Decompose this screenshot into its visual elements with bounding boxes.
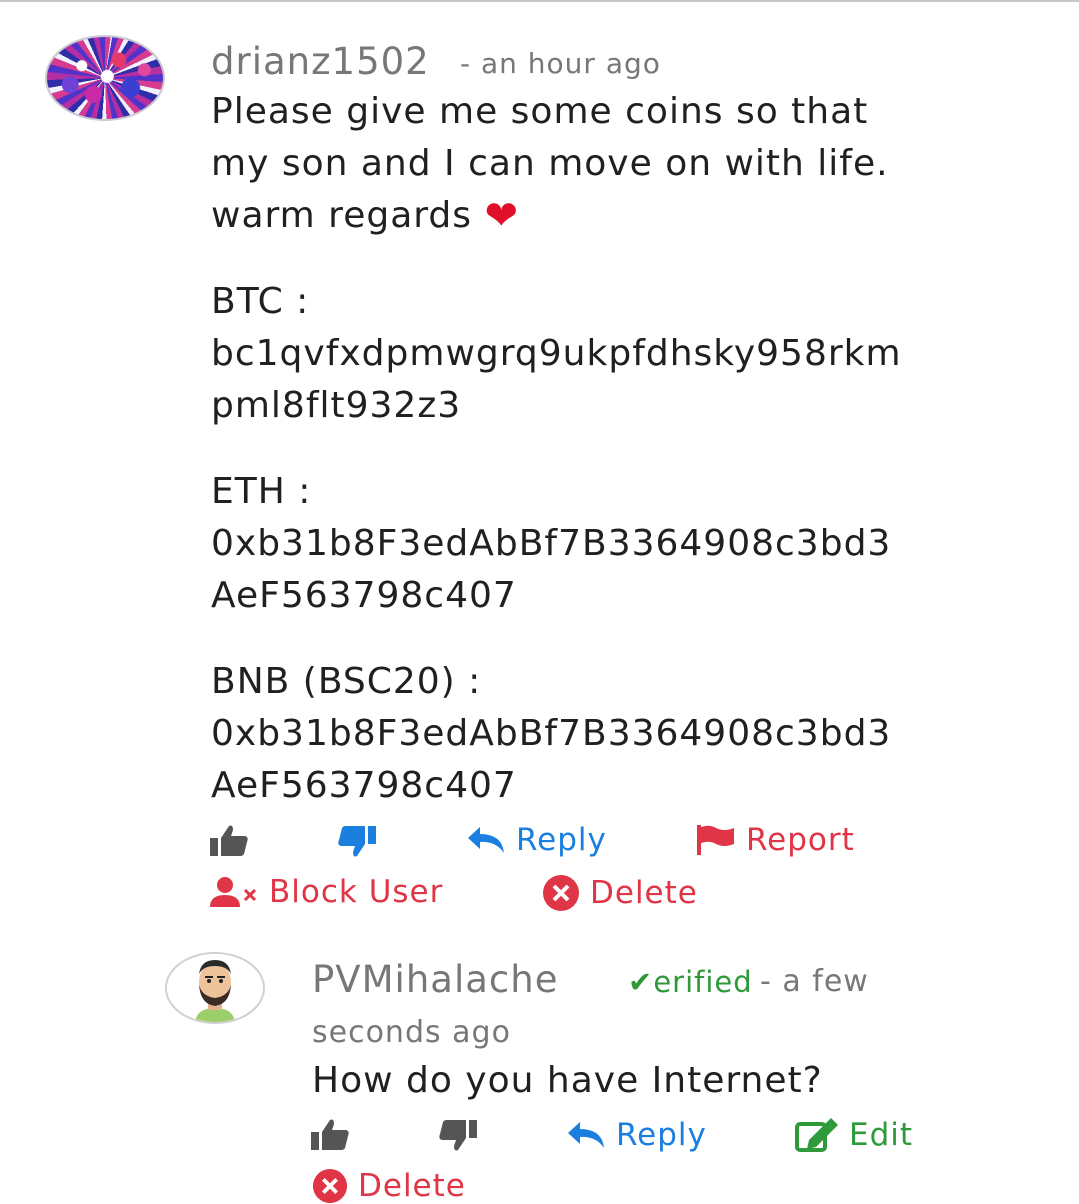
man-avatar-icon: [167, 954, 263, 1022]
reply-author[interactable]: PVMihalache: [312, 958, 558, 1001]
reply-body: How do you have Internet?: [312, 1060, 823, 1101]
reply-arrow-icon: [568, 1122, 604, 1148]
reply-timestamp-cont: seconds ago: [312, 1015, 511, 1050]
edit-button[interactable]: Edit: [795, 1117, 913, 1153]
avatar[interactable]: [45, 35, 165, 121]
comment-line: Please give me some coins so that: [211, 91, 869, 132]
eth-label: ETH :: [211, 471, 312, 512]
reply-arrow-icon: [468, 827, 504, 853]
thumbs-up-icon: [210, 825, 248, 856]
like-button[interactable]: [209, 824, 249, 858]
report-label: Report: [746, 822, 855, 858]
top-divider: [0, 0, 1079, 2]
block-user-button[interactable]: Block User: [209, 874, 443, 910]
btc-address-line: pml8flt932z3: [211, 385, 462, 426]
dislike-button[interactable]: [337, 824, 377, 858]
thumbs-down-icon: [439, 1120, 477, 1151]
reply-button[interactable]: Reply: [466, 822, 607, 858]
reply-timestamp: - a few: [760, 964, 869, 999]
delete-button[interactable]: Delete: [312, 1168, 466, 1204]
edit-label: Edit: [849, 1117, 914, 1153]
eth-address-line: AeF563798c407: [211, 575, 517, 616]
delete-button[interactable]: Delete: [542, 874, 698, 912]
like-button[interactable]: [310, 1118, 350, 1152]
delete-label: Delete: [358, 1168, 466, 1204]
reply-label: Reply: [516, 822, 607, 858]
delete-label: Delete: [590, 875, 698, 911]
comment-line: my son and I can move on with life.: [211, 143, 889, 184]
thumbs-up-icon: [311, 1119, 349, 1150]
edit-icon: [795, 1118, 838, 1152]
comment-body: Please give me some coins so that my son…: [211, 86, 1041, 812]
checkmark-icon: ✔: [628, 965, 654, 999]
heart-emoji: ❤: [484, 193, 519, 239]
comment-author[interactable]: drianz1502: [211, 40, 430, 83]
report-button[interactable]: Report: [696, 822, 855, 858]
comment-line-text: warm regards: [211, 195, 473, 236]
flag-icon: [697, 825, 734, 855]
reply-button[interactable]: Reply: [566, 1117, 707, 1153]
delete-circle-icon: [312, 1168, 348, 1204]
comment-line: warm regards ❤: [211, 190, 1041, 242]
block-user-label: Block User: [269, 874, 444, 910]
reply-label: Reply: [616, 1117, 707, 1153]
eth-address-line: 0xb31b8F3edAbBf7B3364908c3bd3: [211, 523, 892, 564]
verified-label: erified: [653, 965, 753, 999]
thumbs-down-icon: [338, 826, 376, 857]
btc-label: BTC :: [211, 281, 310, 322]
comment-timestamp: - an hour ago: [460, 47, 661, 80]
user-block-icon: [210, 877, 257, 907]
verified-badge: ✔erified: [628, 965, 753, 999]
avatar[interactable]: [165, 952, 265, 1024]
btc-address-line: bc1qvfxdpmwgrq9ukpfdhsky958rkm: [211, 333, 902, 374]
bnb-address-line: 0xb31b8F3edAbBf7B3364908c3bd3: [211, 713, 892, 754]
delete-circle-icon: [543, 875, 579, 911]
dislike-button[interactable]: [438, 1118, 478, 1152]
bnb-address-line: AeF563798c407: [211, 765, 517, 806]
bnb-label: BNB (BSC20) :: [211, 661, 482, 702]
